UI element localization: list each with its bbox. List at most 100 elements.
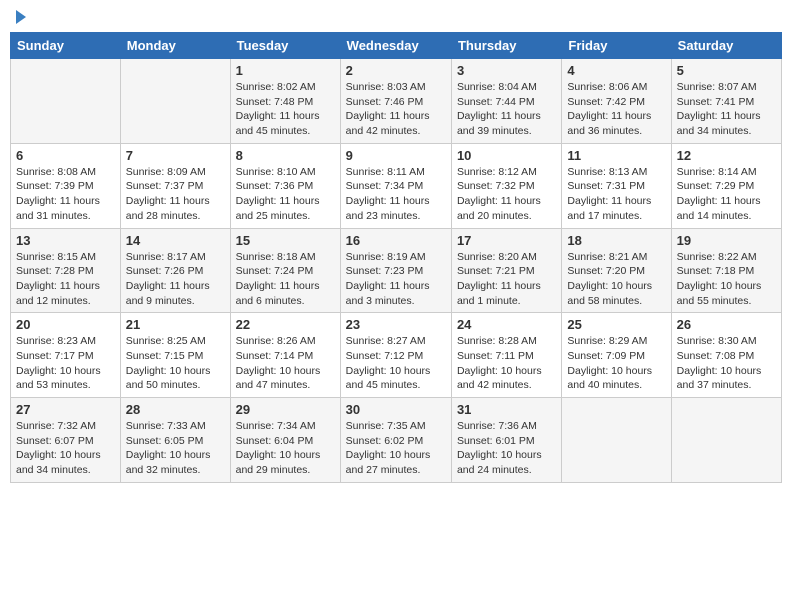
page-header	[10, 10, 782, 24]
day-number: 17	[457, 233, 556, 248]
day-detail: Sunrise: 8:09 AMSunset: 7:37 PMDaylight:…	[126, 165, 225, 224]
calendar-week-4: 20Sunrise: 8:23 AMSunset: 7:17 PMDayligh…	[11, 313, 782, 398]
calendar-cell: 9 Sunrise: 8:11 AMSunset: 7:34 PMDaylight…	[340, 143, 451, 228]
calendar-cell: 22 Sunrise: 8:26 AMSunset: 7:14 PMDayligh…	[230, 313, 340, 398]
calendar-cell: 2Sunrise: 8:03 AMSunset: 7:46 PMDaylight…	[340, 59, 451, 144]
weekday-header-thursday: Thursday	[451, 33, 561, 59]
calendar-table: SundayMondayTuesdayWednesdayThursdayFrid…	[10, 32, 782, 483]
calendar-week-3: 13Sunrise: 8:15 AMSunset: 7:28 PMDayligh…	[11, 228, 782, 313]
calendar-cell: 21 Sunrise: 8:25 AMSunset: 7:15 PMDayligh…	[120, 313, 230, 398]
day-detail: Sunrise: 7:34 AMSunset: 6:04 PMDaylight:…	[236, 419, 335, 478]
weekday-header-friday: Friday	[562, 33, 671, 59]
weekday-header-wednesday: Wednesday	[340, 33, 451, 59]
calendar-cell: 30Sunrise: 7:35 AMSunset: 6:02 PMDayligh…	[340, 398, 451, 483]
day-detail: Sunrise: 8:04 AMSunset: 7:44 PMDaylight:…	[457, 80, 556, 139]
day-detail: Sunrise: 8:19 AMSunset: 7:23 PMDaylight:…	[346, 250, 446, 309]
calendar-cell: 12 Sunrise: 8:14 AMSunset: 7:29 PMDayligh…	[671, 143, 781, 228]
day-detail: Sunrise: 8:13 AMSunset: 7:31 PMDaylight:…	[567, 165, 665, 224]
day-number: 27	[16, 402, 115, 417]
day-detail: Sunrise: 8:18 AMSunset: 7:24 PMDaylight:…	[236, 250, 335, 309]
day-number: 26	[677, 317, 776, 332]
day-number: 24	[457, 317, 556, 332]
day-number: 6	[16, 148, 115, 163]
calendar-cell: 1 Sunrise: 8:02 AMSunset: 7:48 PMDaylight…	[230, 59, 340, 144]
weekday-header-row: SundayMondayTuesdayWednesdayThursdayFrid…	[11, 33, 782, 59]
day-detail: Sunrise: 8:20 AMSunset: 7:21 PMDaylight:…	[457, 250, 556, 309]
calendar-cell: 19Sunrise: 8:22 AMSunset: 7:18 PMDayligh…	[671, 228, 781, 313]
day-number: 2	[346, 63, 446, 78]
day-number: 3	[457, 63, 556, 78]
weekday-header-sunday: Sunday	[11, 33, 121, 59]
calendar-cell: 15 Sunrise: 8:18 AMSunset: 7:24 PMDayligh…	[230, 228, 340, 313]
calendar-cell: 25 Sunrise: 8:29 AMSunset: 7:09 PMDayligh…	[562, 313, 671, 398]
day-detail: Sunrise: 8:02 AMSunset: 7:48 PMDaylight:…	[236, 80, 335, 139]
day-detail: Sunrise: 8:27 AMSunset: 7:12 PMDaylight:…	[346, 334, 446, 393]
calendar-cell: 31 Sunrise: 7:36 AMSunset: 6:01 PMDayligh…	[451, 398, 561, 483]
day-detail: Sunrise: 8:10 AMSunset: 7:36 PMDaylight:…	[236, 165, 335, 224]
calendar-week-1: 1 Sunrise: 8:02 AMSunset: 7:48 PMDaylight…	[11, 59, 782, 144]
calendar-week-2: 6 Sunrise: 8:08 AMSunset: 7:39 PMDaylight…	[11, 143, 782, 228]
day-number: 30	[346, 402, 446, 417]
calendar-cell	[562, 398, 671, 483]
calendar-cell: 28Sunrise: 7:33 AMSunset: 6:05 PMDayligh…	[120, 398, 230, 483]
calendar-cell: 23 Sunrise: 8:27 AMSunset: 7:12 PMDayligh…	[340, 313, 451, 398]
calendar-cell	[11, 59, 121, 144]
day-detail: Sunrise: 8:14 AMSunset: 7:29 PMDaylight:…	[677, 165, 776, 224]
weekday-header-tuesday: Tuesday	[230, 33, 340, 59]
day-number: 7	[126, 148, 225, 163]
day-detail: Sunrise: 8:21 AMSunset: 7:20 PMDaylight:…	[567, 250, 665, 309]
calendar-cell: 20Sunrise: 8:23 AMSunset: 7:17 PMDayligh…	[11, 313, 121, 398]
day-number: 14	[126, 233, 225, 248]
day-detail: Sunrise: 7:32 AMSunset: 6:07 PMDaylight:…	[16, 419, 115, 478]
calendar-cell: 27 Sunrise: 7:32 AMSunset: 6:07 PMDayligh…	[11, 398, 121, 483]
day-number: 5	[677, 63, 776, 78]
day-detail: Sunrise: 8:29 AMSunset: 7:09 PMDaylight:…	[567, 334, 665, 393]
weekday-header-saturday: Saturday	[671, 33, 781, 59]
day-number: 8	[236, 148, 335, 163]
calendar-cell: 8 Sunrise: 8:10 AMSunset: 7:36 PMDaylight…	[230, 143, 340, 228]
calendar-cell: 26 Sunrise: 8:30 AMSunset: 7:08 PMDayligh…	[671, 313, 781, 398]
logo	[14, 10, 26, 24]
day-number: 11	[567, 148, 665, 163]
day-detail: Sunrise: 8:30 AMSunset: 7:08 PMDaylight:…	[677, 334, 776, 393]
day-number: 23	[346, 317, 446, 332]
day-number: 9	[346, 148, 446, 163]
day-number: 1	[236, 63, 335, 78]
day-number: 25	[567, 317, 665, 332]
day-detail: Sunrise: 7:36 AMSunset: 6:01 PMDaylight:…	[457, 419, 556, 478]
day-number: 21	[126, 317, 225, 332]
day-number: 31	[457, 402, 556, 417]
calendar-cell	[671, 398, 781, 483]
day-number: 16	[346, 233, 446, 248]
day-number: 12	[677, 148, 776, 163]
day-number: 15	[236, 233, 335, 248]
calendar-header: SundayMondayTuesdayWednesdayThursdayFrid…	[11, 33, 782, 59]
calendar-cell: 16 Sunrise: 8:19 AMSunset: 7:23 PMDayligh…	[340, 228, 451, 313]
calendar-cell: 18 Sunrise: 8:21 AMSunset: 7:20 PMDayligh…	[562, 228, 671, 313]
day-detail: Sunrise: 8:17 AMSunset: 7:26 PMDaylight:…	[126, 250, 225, 309]
calendar-cell: 4Sunrise: 8:06 AMSunset: 7:42 PMDaylight…	[562, 59, 671, 144]
calendar-cell: 17 Sunrise: 8:20 AMSunset: 7:21 PMDayligh…	[451, 228, 561, 313]
calendar-cell: 13Sunrise: 8:15 AMSunset: 7:28 PMDayligh…	[11, 228, 121, 313]
day-detail: Sunrise: 8:12 AMSunset: 7:32 PMDaylight:…	[457, 165, 556, 224]
day-number: 19	[677, 233, 776, 248]
day-detail: Sunrise: 8:26 AMSunset: 7:14 PMDaylight:…	[236, 334, 335, 393]
calendar-cell: 10 Sunrise: 8:12 AMSunset: 7:32 PMDayligh…	[451, 143, 561, 228]
calendar-cell: 11 Sunrise: 8:13 AMSunset: 7:31 PMDayligh…	[562, 143, 671, 228]
logo-arrow-icon	[16, 10, 26, 24]
calendar-cell: 5 Sunrise: 8:07 AMSunset: 7:41 PMDaylight…	[671, 59, 781, 144]
calendar-cell: 14 Sunrise: 8:17 AMSunset: 7:26 PMDayligh…	[120, 228, 230, 313]
calendar-cell: 7 Sunrise: 8:09 AMSunset: 7:37 PMDaylight…	[120, 143, 230, 228]
day-detail: Sunrise: 8:08 AMSunset: 7:39 PMDaylight:…	[16, 165, 115, 224]
day-number: 10	[457, 148, 556, 163]
day-number: 22	[236, 317, 335, 332]
day-detail: Sunrise: 7:33 AMSunset: 6:05 PMDaylight:…	[126, 419, 225, 478]
day-detail: Sunrise: 8:07 AMSunset: 7:41 PMDaylight:…	[677, 80, 776, 139]
calendar-cell	[120, 59, 230, 144]
day-detail: Sunrise: 8:23 AMSunset: 7:17 PMDaylight:…	[16, 334, 115, 393]
day-detail: Sunrise: 8:25 AMSunset: 7:15 PMDaylight:…	[126, 334, 225, 393]
calendar-cell: 24Sunrise: 8:28 AMSunset: 7:11 PMDayligh…	[451, 313, 561, 398]
day-number: 18	[567, 233, 665, 248]
calendar-week-5: 27 Sunrise: 7:32 AMSunset: 6:07 PMDayligh…	[11, 398, 782, 483]
day-detail: Sunrise: 8:11 AMSunset: 7:34 PMDaylight:…	[346, 165, 446, 224]
